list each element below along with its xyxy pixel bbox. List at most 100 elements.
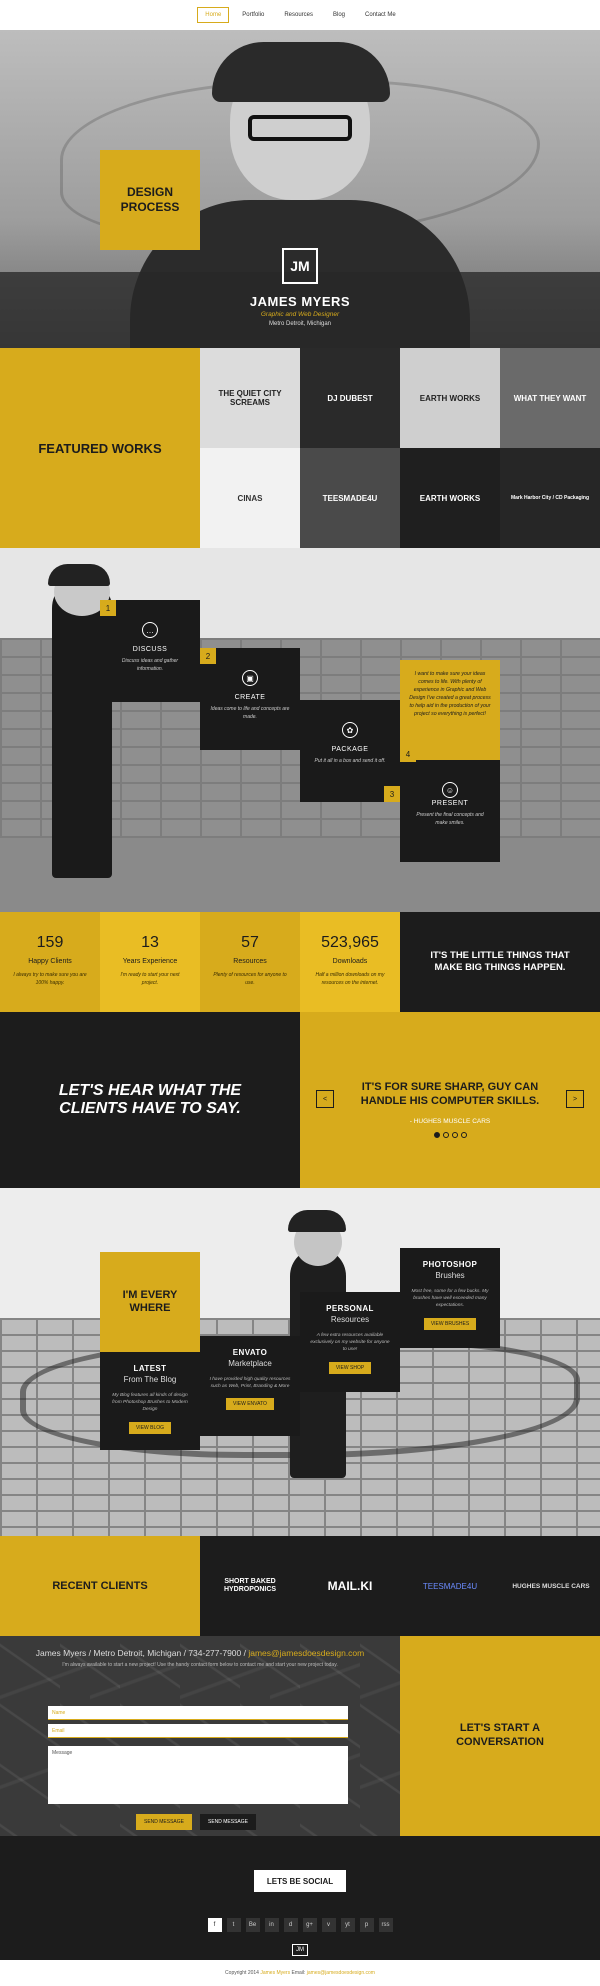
nav-home[interactable]: Home xyxy=(197,7,230,23)
view-shop-button[interactable]: VIEW SHOP xyxy=(328,1361,372,1374)
contact-email-link[interactable]: james@jamesdoesdesign.com xyxy=(248,1648,364,1658)
step-desc: Ideas come to life and concepts are made… xyxy=(210,706,290,720)
step-number: 1 xyxy=(100,600,116,616)
client-logo-short-baked[interactable]: SHORT BAKED HYDROPONICS xyxy=(212,1536,288,1636)
google-plus-icon[interactable]: g+ xyxy=(302,1918,317,1932)
design-process-label: DESIGN PROCESS xyxy=(100,150,200,250)
portfolio-thumb[interactable]: CINAS xyxy=(200,448,300,548)
stat-downloads: 523,965 Downloads Half a million downloa… xyxy=(300,912,400,1012)
footer-email-link[interactable]: james@jamesdoesdesign.com xyxy=(307,1970,375,1976)
stat-desc: Plenty of resources for anyone to use. xyxy=(213,972,287,986)
step-desc: Present the final concepts and make smil… xyxy=(416,812,484,826)
client-logo-mailki[interactable]: MAIL.KI xyxy=(310,1536,390,1636)
card-title: PHOTOSHOP xyxy=(422,1260,478,1269)
stat-value: 159 xyxy=(36,934,64,951)
social-section: LETS BE SOCIAL f t Be in d g+ v yt p rss… xyxy=(0,1836,600,1960)
portfolio-thumb[interactable]: TEESMADE4U xyxy=(300,448,400,548)
client-logo-teesmade4u[interactable]: TEESMADE4U xyxy=(410,1536,490,1636)
portfolio-thumb[interactable]: WHAT THEY WANT xyxy=(500,348,600,448)
prev-arrow-button[interactable]: < xyxy=(316,1090,334,1108)
footer: Copyright 2014 James Myers Email: james@… xyxy=(0,1960,600,1986)
process-person-cap xyxy=(48,564,110,586)
message-field[interactable]: Message xyxy=(48,1746,348,1804)
process-step-create: 2 ▣ CREATE Ideas come to life and concep… xyxy=(200,648,300,750)
process-step-discuss: 1 … DISCUSS Discuss ideas and gather inf… xyxy=(100,600,200,702)
portfolio-thumb[interactable]: EARTH WORKS xyxy=(400,448,500,548)
portfolio-thumb[interactable]: Mark Harbor City / CD Packaging xyxy=(500,448,600,548)
stat-label: Happy Clients xyxy=(28,958,72,965)
process-step-package: 3 ✿ PACKAGE Put it all in a box and send… xyxy=(300,700,400,802)
card-blog: LATEST From The Blog My Blog features al… xyxy=(100,1352,200,1450)
nav-blog[interactable]: Blog xyxy=(326,8,352,22)
nav-contact[interactable]: Contact Me xyxy=(358,8,403,22)
email-field[interactable]: Email xyxy=(48,1724,348,1738)
nav-resources[interactable]: Resources xyxy=(277,8,320,22)
slider-dot[interactable] xyxy=(442,1132,449,1138)
pinterest-icon[interactable]: p xyxy=(359,1918,374,1932)
testimonial-author: - HUGHES MUSCLE CARS xyxy=(409,1118,491,1125)
step-desc: Put it all in a box and send it off. xyxy=(314,758,386,764)
stat-years-experience: 13 Years Experience I'm ready to start y… xyxy=(100,912,200,1012)
stat-value: 57 xyxy=(241,934,259,951)
linkedin-icon[interactable]: in xyxy=(264,1918,279,1932)
hero-portrait-glasses xyxy=(248,115,352,141)
slider-dots xyxy=(300,1132,600,1138)
behance-icon[interactable]: Be xyxy=(245,1918,260,1932)
hero-location: Metro Detroit, Michigan xyxy=(268,321,332,327)
logo-mark[interactable]: JM xyxy=(282,248,318,284)
footer-logo[interactable]: JM xyxy=(292,1944,308,1956)
process-step-present: 4 ☺ PRESENT Present the final concepts a… xyxy=(400,746,500,862)
next-arrow-button[interactable]: > xyxy=(566,1090,584,1108)
chat-icon: … xyxy=(142,622,158,638)
youtube-icon[interactable]: yt xyxy=(340,1918,355,1932)
slider-dot[interactable] xyxy=(433,1132,440,1138)
everywhere-label: I'M EVERY WHERE xyxy=(100,1252,200,1352)
twitter-icon[interactable]: t xyxy=(226,1918,241,1932)
contact-intro: I'm always available to start a new proj… xyxy=(62,1662,338,1668)
hero-portrait-cap xyxy=(212,42,390,102)
stat-label: Years Experience xyxy=(122,958,178,965)
testimonial-slider: IT'S FOR SURE SHARP, GUY CAN HANDLE HIS … xyxy=(300,1012,600,1188)
stat-desc: I'm ready to start your next project. xyxy=(120,972,180,986)
lets-be-social-button[interactable]: LETS BE SOCIAL xyxy=(254,1870,346,1892)
view-envato-button[interactable]: VIEW ENVATO xyxy=(226,1398,274,1411)
social-icons: f t Be in d g+ v yt p rss xyxy=(0,1918,600,1932)
portfolio-thumb[interactable]: DJ DUBEST xyxy=(300,348,400,448)
hero-role: Graphic and Web Designer xyxy=(260,311,340,318)
top-nav: Home Portfolio Resources Blog Contact Me xyxy=(0,0,600,30)
card-subtitle: Marketplace xyxy=(228,1359,272,1368)
featured-works-label: FEATURED WORKS xyxy=(0,348,200,548)
name-field[interactable]: Name xyxy=(48,1706,348,1720)
hero-name: JAMES MYERS xyxy=(249,294,351,309)
footer-name-link[interactable]: James Myers xyxy=(260,1970,290,1976)
vimeo-icon[interactable]: v xyxy=(321,1918,336,1932)
card-desc: I have provided high quality resources s… xyxy=(209,1377,291,1390)
step-number: 2 xyxy=(200,648,216,664)
dribbble-icon[interactable]: d xyxy=(283,1918,298,1932)
portfolio-thumb[interactable]: THE QUIET CITY SCREAMS xyxy=(200,348,300,448)
card-subtitle: Resources xyxy=(330,1315,370,1324)
card-title: PERSONAL xyxy=(326,1304,374,1313)
conversation-cta: LET'S START A CONVERSATION xyxy=(400,1636,600,1836)
send-message-button-alt[interactable]: SEND MESSAGE xyxy=(200,1814,256,1830)
step-number: 4 xyxy=(400,746,416,762)
facebook-icon[interactable]: f xyxy=(207,1918,222,1932)
stat-label: Resources xyxy=(233,958,267,965)
view-blog-button[interactable]: VIEW BLOG xyxy=(128,1421,172,1434)
package-icon: ✿ xyxy=(342,722,358,738)
slider-dot[interactable] xyxy=(451,1132,458,1138)
card-personal: PERSONAL Resources A few extra resources… xyxy=(300,1292,400,1392)
slider-dot[interactable] xyxy=(460,1132,467,1138)
testimonials-heading: LET'S HEAR WHAT THE CLIENTS HAVE TO SAY. xyxy=(0,1012,300,1188)
rss-icon[interactable]: rss xyxy=(378,1918,393,1932)
step-title: DISCUSS xyxy=(132,646,168,653)
send-message-button[interactable]: SEND MESSAGE xyxy=(136,1814,192,1830)
client-logo-hughes[interactable]: HUGHES MUSCLE CARS xyxy=(506,1536,596,1636)
step-title: PRESENT xyxy=(431,800,469,807)
card-photoshop: PHOTOSHOP Brushes Most free, some for a … xyxy=(400,1248,500,1348)
stat-label: Downloads xyxy=(332,958,368,965)
stat-happy-clients: 159 Happy Clients I always try to make s… xyxy=(0,912,100,1012)
portfolio-thumb[interactable]: EARTH WORKS xyxy=(400,348,500,448)
nav-portfolio[interactable]: Portfolio xyxy=(235,8,271,22)
view-brushes-button[interactable]: VIEW BRUSHES xyxy=(423,1317,477,1330)
